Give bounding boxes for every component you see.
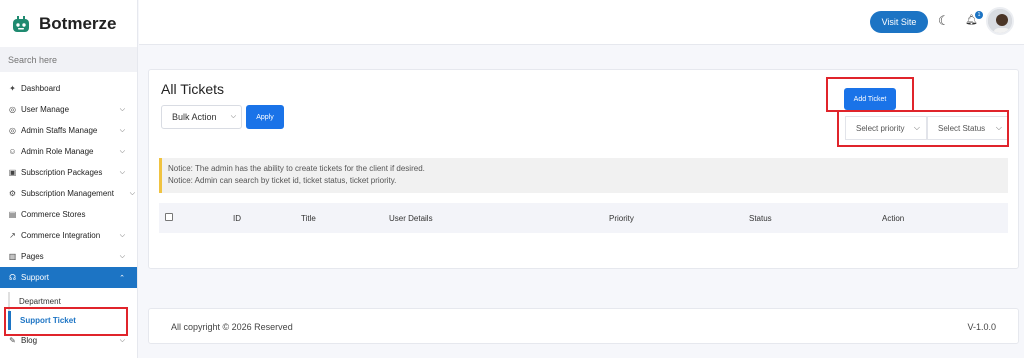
bulk-action-select[interactable]: Bulk Action ⌵ xyxy=(161,105,242,129)
sidebar-item-dashboard[interactable]: ✦ Dashboard xyxy=(0,78,137,99)
select-all-checkbox[interactable] xyxy=(165,213,173,221)
notice-line: Notice: The admin has the ability to cre… xyxy=(168,164,425,173)
sidebar-item-blog[interactable]: ✎ Blog ⌵ xyxy=(0,330,137,351)
chevron-down-icon: ⌵ xyxy=(119,126,125,134)
user-icon: ◎ xyxy=(9,105,16,114)
version-text: V-1.0.0 xyxy=(967,322,996,332)
sidebar: Botmerze ✦ Dashboard ◎ User Manage ⌵ ◎ Admin… xyxy=(0,0,138,358)
tickets-card: All Tickets Bulk Action ⌵ Apply Add Tick… xyxy=(148,69,1019,269)
visit-site-button[interactable]: Visit Site xyxy=(870,11,928,33)
support-submenu: Department Support Ticket xyxy=(0,288,137,330)
sidebar-item-label: Commerce Stores xyxy=(21,210,86,219)
sidebar-subitem-department[interactable]: Department xyxy=(8,292,137,311)
priority-select[interactable]: Select priority ⌵ xyxy=(845,116,927,140)
sidebar-item-label: User Manage xyxy=(21,105,70,114)
add-ticket-button[interactable]: Add Ticket xyxy=(844,88,896,110)
sidebar-item-label: Blog xyxy=(21,336,38,345)
sidebar-item-pages[interactable]: ▥ Pages ⌵ xyxy=(0,246,137,267)
store-icon: ▤ xyxy=(8,210,17,219)
search-input[interactable] xyxy=(8,54,129,65)
dashboard-icon: ✦ xyxy=(9,84,16,93)
sidebar-item-user-manage[interactable]: ◎ User Manage ⌵ xyxy=(0,99,137,120)
chevron-down-icon: ⌵ xyxy=(119,231,125,239)
sidebar-search[interactable] xyxy=(0,47,137,72)
chevron-down-icon: ⌵ xyxy=(230,113,236,120)
column-header-status: Status xyxy=(749,214,772,223)
sidebar-item-label: Pages xyxy=(21,252,44,261)
chevron-down-icon: ⌵ xyxy=(119,168,125,176)
chevron-down-icon: ⌵ xyxy=(995,123,1002,132)
footer: All copyright © 2026 Reserved V-1.0.0 xyxy=(148,308,1019,344)
brand-name: Botmerze xyxy=(39,13,117,33)
pages-icon: ▥ xyxy=(8,252,17,261)
sidebar-item-label: Dashboard xyxy=(21,84,61,93)
sidebar-item-label: Commerce Integration xyxy=(21,231,101,240)
sidebar-item-label: Subscription Packages xyxy=(21,168,103,177)
status-select-value: Select Status xyxy=(938,123,986,133)
chevron-down-icon: ⌵ xyxy=(129,189,135,197)
chevron-down-icon: ⌵ xyxy=(119,105,125,113)
chevron-down-icon: ⌵ xyxy=(119,147,125,155)
notification-badge: 1 xyxy=(975,11,983,19)
blog-icon: ✎ xyxy=(9,336,16,345)
page-title: All Tickets xyxy=(161,81,225,97)
sidebar-item-label: Support xyxy=(21,273,50,282)
staff-icon: ◎ xyxy=(9,126,16,135)
notice-box: Notice: The admin has the ability to cre… xyxy=(159,158,1008,193)
priority-select-value: Select priority xyxy=(856,123,905,133)
copyright-text: All copyright © 2026 Reserved xyxy=(171,322,293,332)
sidebar-item-subscription-packages[interactable]: ▣ Subscription Packages ⌵ xyxy=(0,162,137,183)
column-header-action: Action xyxy=(882,214,905,223)
tickets-table-header: ID Title User Details Priority Status Ac… xyxy=(159,203,1008,233)
brand[interactable]: Botmerze xyxy=(0,0,137,47)
bulk-action-value: Bulk Action xyxy=(172,112,217,122)
role-icon: ☺ xyxy=(8,147,17,156)
sidebar-item-subscription-management[interactable]: ⚙ Subscription Management ⌵ xyxy=(0,183,137,204)
robot-logo-icon xyxy=(13,15,29,32)
sidebar-item-label: Subscription Management xyxy=(21,189,114,198)
package-icon: ▣ xyxy=(8,168,17,177)
sidebar-item-admin-staffs[interactable]: ◎ Admin Staffs Manage ⌵ xyxy=(0,120,137,141)
sidebar-subitem-support-ticket[interactable]: Support Ticket xyxy=(8,311,137,330)
avatar[interactable] xyxy=(986,7,1014,35)
column-header-user-details: User Details xyxy=(389,214,433,223)
apply-button[interactable]: Apply xyxy=(246,105,284,129)
chevron-down-icon: ⌵ xyxy=(119,336,125,344)
sidebar-item-admin-role[interactable]: ☺ Admin Role Manage ⌵ xyxy=(0,141,137,162)
chevron-down-icon: ⌵ xyxy=(119,252,125,260)
integration-icon: ↗ xyxy=(9,231,16,240)
column-header-title: Title xyxy=(301,214,316,223)
column-header-id: ID xyxy=(233,214,241,223)
sidebar-item-label: Admin Role Manage xyxy=(21,147,94,156)
support-icon: ☊ xyxy=(8,273,17,282)
column-header-priority: Priority xyxy=(609,214,634,223)
sidebar-item-support[interactable]: ☊ Support ⌃ xyxy=(0,267,137,288)
moon-icon[interactable]: ☾ xyxy=(938,13,950,29)
sidebar-item-label: Admin Staffs Manage xyxy=(21,126,98,135)
status-select[interactable]: Select Status ⌵ xyxy=(927,116,1009,140)
chevron-up-icon: ⌃ xyxy=(119,274,125,282)
sidebar-item-commerce-stores[interactable]: ▤ Commerce Stores xyxy=(0,204,137,225)
notice-line: Notice: Admin can search by ticket id, t… xyxy=(168,176,397,185)
chevron-down-icon: ⌵ xyxy=(913,123,920,132)
sidebar-menu: ✦ Dashboard ◎ User Manage ⌵ ◎ Admin Staffs M… xyxy=(0,78,137,351)
subscription-icon: ⚙ xyxy=(8,189,17,198)
sidebar-item-commerce-integration[interactable]: ↗ Commerce Integration ⌵ xyxy=(0,225,137,246)
